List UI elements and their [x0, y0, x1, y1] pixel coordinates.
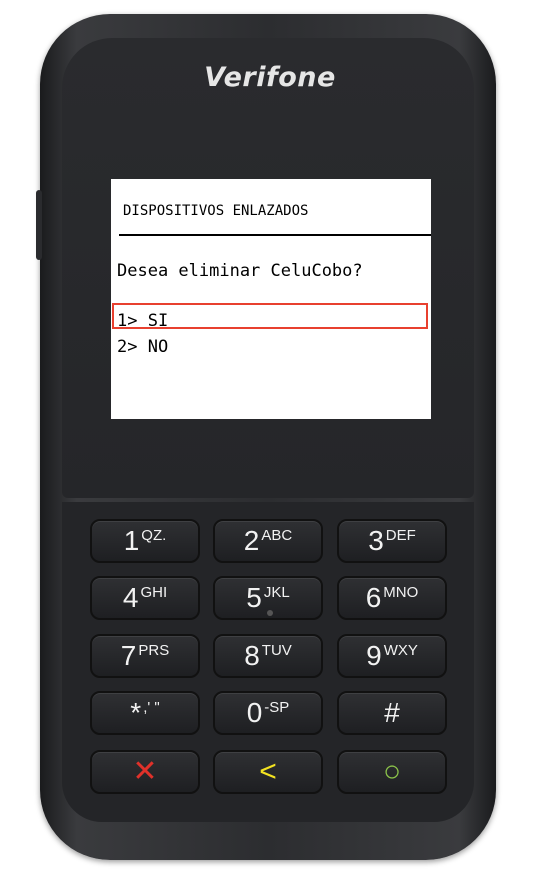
key-6-letters: MNO — [383, 584, 419, 601]
enter-circle-icon: ○ — [382, 755, 402, 788]
key-2[interactable]: 2 ABC — [213, 519, 323, 563]
brand-logo: Verifone — [204, 62, 336, 93]
key-3[interactable]: 3 DEF — [337, 519, 447, 563]
key-8-digit: 8 — [244, 640, 260, 671]
back-arrow-icon: < — [259, 755, 277, 788]
key-4[interactable]: 4 GHI — [90, 576, 200, 620]
key-7[interactable]: 7 PRS — [90, 634, 200, 678]
key-star-chars: ,' " — [143, 699, 160, 716]
cancel-x-icon: ✕ — [132, 755, 158, 788]
back-key[interactable]: < — [213, 750, 323, 794]
screen-title: DISPOSITIVOS ENLAZADOS — [123, 203, 309, 219]
key-8[interactable]: 8 TUV — [213, 634, 323, 678]
confirm-question: Desea eliminar CeluCobo? — [117, 261, 363, 281]
key-4-letters: GHI — [140, 584, 168, 601]
key-2-digit: 2 — [243, 525, 260, 556]
cancel-key[interactable]: ✕ — [90, 750, 200, 794]
key-hash-symbol: # — [384, 697, 400, 728]
key-9-letters: WXY — [383, 642, 418, 659]
key-9[interactable]: 9 WXY — [337, 634, 447, 678]
key-5-letters: JKL — [263, 584, 290, 601]
key-3-letters: DEF — [385, 527, 416, 544]
key-hash[interactable]: # — [337, 691, 447, 735]
key-0-chars: -SP — [264, 699, 290, 716]
key-4-digit: 4 — [122, 582, 139, 613]
enter-key[interactable]: ○ — [337, 750, 447, 794]
key-0[interactable]: 0 -SP — [213, 691, 323, 735]
key-star-symbol: * — [130, 697, 142, 728]
key-8-letters: TUV — [261, 642, 292, 659]
key-1-letters: QZ. — [141, 527, 167, 544]
option-si[interactable]: 1> SI — [117, 311, 168, 331]
side-button[interactable] — [36, 190, 42, 260]
key-2-letters: ABC — [261, 527, 293, 544]
option-no[interactable]: 2> NO — [117, 337, 168, 357]
terminal-screen: DISPOSITIVOS ENLAZADOS Desea eliminar Ce… — [111, 179, 431, 419]
key-5-digit: 5 — [246, 582, 262, 613]
key-7-digit: 7 — [120, 640, 137, 671]
key-7-letters: PRS — [138, 642, 170, 659]
tactile-dot-icon — [267, 610, 273, 616]
key-star[interactable]: * ,' " — [90, 691, 200, 735]
key-9-digit: 9 — [366, 640, 382, 671]
key-1[interactable]: 1 QZ. — [90, 519, 200, 563]
key-6[interactable]: 6 MNO — [337, 576, 447, 620]
key-1-digit: 1 — [123, 525, 140, 556]
key-6-digit: 6 — [365, 582, 382, 613]
title-divider — [119, 234, 431, 236]
key-3-digit: 3 — [368, 525, 384, 556]
key-0-digit: 0 — [246, 697, 263, 728]
